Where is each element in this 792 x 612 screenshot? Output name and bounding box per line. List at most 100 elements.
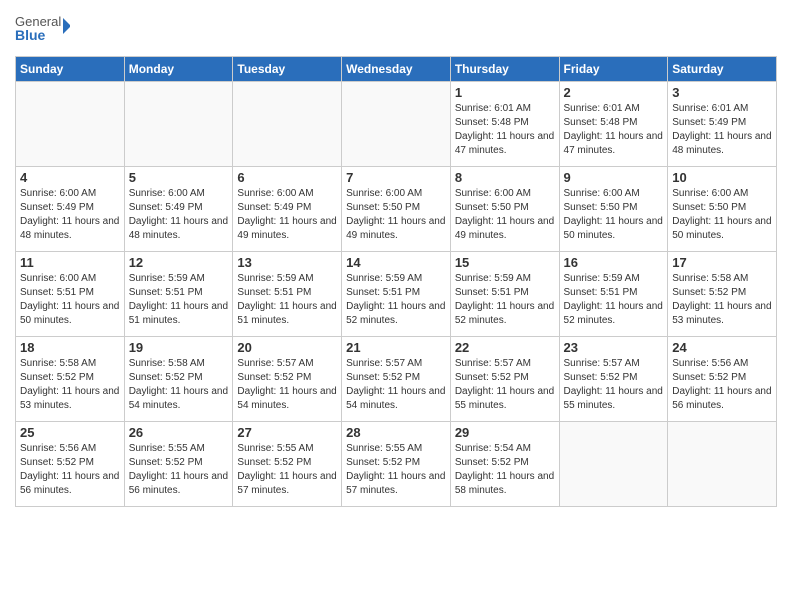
calendar-cell: 16 Sunrise: 5:59 AM Sunset: 5:51 PM Dayli…: [559, 252, 668, 337]
day-info: Sunrise: 5:58 AM Sunset: 5:52 PM Dayligh…: [672, 272, 772, 328]
calendar-cell: 15 Sunrise: 5:59 AM Sunset: 5:51 PM Dayli…: [450, 252, 559, 337]
day-number: 4: [20, 170, 120, 185]
day-info: Sunrise: 5:59 AM Sunset: 5:51 PM Dayligh…: [346, 272, 446, 328]
logo-svg: General Blue: [15, 10, 70, 50]
calendar-cell: 7 Sunrise: 6:00 AM Sunset: 5:50 PM Daylig…: [342, 167, 451, 252]
day-info: Sunrise: 6:00 AM Sunset: 5:49 PM Dayligh…: [129, 187, 229, 243]
day-info: Sunrise: 6:01 AM Sunset: 5:49 PM Dayligh…: [672, 102, 772, 158]
day-info: Sunrise: 5:58 AM Sunset: 5:52 PM Dayligh…: [20, 357, 120, 413]
day-number: 8: [455, 170, 555, 185]
day-info: Sunrise: 5:58 AM Sunset: 5:52 PM Dayligh…: [129, 357, 229, 413]
day-number: 16: [564, 255, 664, 270]
week-row-2: 4 Sunrise: 6:00 AM Sunset: 5:49 PM Daylig…: [16, 167, 777, 252]
day-number: 9: [564, 170, 664, 185]
calendar-cell: [124, 82, 233, 167]
day-number: 19: [129, 340, 229, 355]
calendar-cell: 8 Sunrise: 6:00 AM Sunset: 5:50 PM Daylig…: [450, 167, 559, 252]
calendar-cell: [668, 422, 777, 507]
calendar-cell: [16, 82, 125, 167]
day-info: Sunrise: 5:59 AM Sunset: 5:51 PM Dayligh…: [237, 272, 337, 328]
day-info: Sunrise: 5:59 AM Sunset: 5:51 PM Dayligh…: [129, 272, 229, 328]
day-number: 7: [346, 170, 446, 185]
day-number: 25: [20, 425, 120, 440]
calendar-cell: [342, 82, 451, 167]
day-info: Sunrise: 6:00 AM Sunset: 5:50 PM Dayligh…: [672, 187, 772, 243]
day-info: Sunrise: 6:00 AM Sunset: 5:50 PM Dayligh…: [346, 187, 446, 243]
weekday-header-saturday: Saturday: [668, 57, 777, 82]
day-info: Sunrise: 5:57 AM Sunset: 5:52 PM Dayligh…: [455, 357, 555, 413]
week-row-3: 11 Sunrise: 6:00 AM Sunset: 5:51 PM Dayli…: [16, 252, 777, 337]
weekday-header-monday: Monday: [124, 57, 233, 82]
calendar-cell: 5 Sunrise: 6:00 AM Sunset: 5:49 PM Daylig…: [124, 167, 233, 252]
weekday-header-sunday: Sunday: [16, 57, 125, 82]
calendar-cell: 22Sunrise: 5:57 AM Sunset: 5:52 PM Dayli…: [450, 337, 559, 422]
calendar-cell: 6 Sunrise: 6:00 AM Sunset: 5:49 PM Daylig…: [233, 167, 342, 252]
day-number: 11: [20, 255, 120, 270]
calendar-cell: 24 Sunrise: 5:56 AM Sunset: 5:52 PM Dayli…: [668, 337, 777, 422]
day-info: Sunrise: 6:00 AM Sunset: 5:50 PM Dayligh…: [455, 187, 555, 243]
week-row-1: 1 Sunrise: 6:01 AM Sunset: 5:48 PM Daylig…: [16, 82, 777, 167]
calendar-cell: 10 Sunrise: 6:00 AM Sunset: 5:50 PM Dayli…: [668, 167, 777, 252]
day-number: 24: [672, 340, 772, 355]
day-info: Sunrise: 6:00 AM Sunset: 5:49 PM Dayligh…: [237, 187, 337, 243]
weekday-header-thursday: Thursday: [450, 57, 559, 82]
day-info: Sunrise: 5:59 AM Sunset: 5:51 PM Dayligh…: [455, 272, 555, 328]
day-number: 1: [455, 85, 555, 100]
weekday-header-tuesday: Tuesday: [233, 57, 342, 82]
weekday-header-wednesday: Wednesday: [342, 57, 451, 82]
day-number: 10: [672, 170, 772, 185]
day-info: Sunrise: 6:00 AM Sunset: 5:49 PM Dayligh…: [20, 187, 120, 243]
weekday-header-friday: Friday: [559, 57, 668, 82]
calendar-body: 1 Sunrise: 6:01 AM Sunset: 5:48 PM Daylig…: [16, 82, 777, 507]
day-number: 26: [129, 425, 229, 440]
calendar-cell: 3Sunrise: 6:01 AM Sunset: 5:49 PM Daylig…: [668, 82, 777, 167]
page-header: General Blue: [15, 10, 777, 50]
calendar-cell: 29 Sunrise: 5:54 AM Sunset: 5:52 PM Dayli…: [450, 422, 559, 507]
day-number: 6: [237, 170, 337, 185]
day-number: 17: [672, 255, 772, 270]
day-info: Sunrise: 6:01 AM Sunset: 5:48 PM Dayligh…: [564, 102, 664, 158]
calendar-cell: 4 Sunrise: 6:00 AM Sunset: 5:49 PM Daylig…: [16, 167, 125, 252]
day-number: 28: [346, 425, 446, 440]
calendar-cell: 14Sunrise: 5:59 AM Sunset: 5:51 PM Dayli…: [342, 252, 451, 337]
calendar-cell: 28 Sunrise: 5:55 AM Sunset: 5:52 PM Dayli…: [342, 422, 451, 507]
day-number: 23: [564, 340, 664, 355]
day-number: 13: [237, 255, 337, 270]
day-info: Sunrise: 5:54 AM Sunset: 5:52 PM Dayligh…: [455, 442, 555, 498]
calendar-cell: 17 Sunrise: 5:58 AM Sunset: 5:52 PM Dayli…: [668, 252, 777, 337]
logo: General Blue: [15, 10, 70, 50]
day-info: Sunrise: 5:55 AM Sunset: 5:52 PM Dayligh…: [129, 442, 229, 498]
day-number: 15: [455, 255, 555, 270]
calendar-cell: 26 Sunrise: 5:55 AM Sunset: 5:52 PM Dayli…: [124, 422, 233, 507]
day-number: 2: [564, 85, 664, 100]
calendar-cell: 21Sunrise: 5:57 AM Sunset: 5:52 PM Dayli…: [342, 337, 451, 422]
calendar-cell: 23 Sunrise: 5:57 AM Sunset: 5:52 PM Dayli…: [559, 337, 668, 422]
day-number: 29: [455, 425, 555, 440]
calendar-cell: 19 Sunrise: 5:58 AM Sunset: 5:52 PM Dayli…: [124, 337, 233, 422]
calendar-cell: 20Sunrise: 5:57 AM Sunset: 5:52 PM Dayli…: [233, 337, 342, 422]
calendar-cell: [559, 422, 668, 507]
calendar-cell: 27Sunrise: 5:55 AM Sunset: 5:52 PM Dayli…: [233, 422, 342, 507]
week-row-4: 18 Sunrise: 5:58 AM Sunset: 5:52 PM Dayli…: [16, 337, 777, 422]
day-info: Sunrise: 6:00 AM Sunset: 5:51 PM Dayligh…: [20, 272, 120, 328]
day-info: Sunrise: 5:55 AM Sunset: 5:52 PM Dayligh…: [346, 442, 446, 498]
day-number: 18: [20, 340, 120, 355]
day-info: Sunrise: 5:56 AM Sunset: 5:52 PM Dayligh…: [20, 442, 120, 498]
day-info: Sunrise: 5:59 AM Sunset: 5:51 PM Dayligh…: [564, 272, 664, 328]
calendar-cell: [233, 82, 342, 167]
calendar-cell: 13 Sunrise: 5:59 AM Sunset: 5:51 PM Dayli…: [233, 252, 342, 337]
calendar-cell: 12 Sunrise: 5:59 AM Sunset: 5:51 PM Dayli…: [124, 252, 233, 337]
day-number: 20: [237, 340, 337, 355]
day-number: 5: [129, 170, 229, 185]
weekday-header-row: SundayMondayTuesdayWednesdayThursdayFrid…: [16, 57, 777, 82]
calendar-table: SundayMondayTuesdayWednesdayThursdayFrid…: [15, 56, 777, 507]
day-info: Sunrise: 6:01 AM Sunset: 5:48 PM Dayligh…: [455, 102, 555, 158]
day-info: Sunrise: 5:55 AM Sunset: 5:52 PM Dayligh…: [237, 442, 337, 498]
day-info: Sunrise: 6:00 AM Sunset: 5:50 PM Dayligh…: [564, 187, 664, 243]
day-number: 12: [129, 255, 229, 270]
calendar-cell: 18 Sunrise: 5:58 AM Sunset: 5:52 PM Dayli…: [16, 337, 125, 422]
calendar-cell: 11 Sunrise: 6:00 AM Sunset: 5:51 PM Dayli…: [16, 252, 125, 337]
day-info: Sunrise: 5:56 AM Sunset: 5:52 PM Dayligh…: [672, 357, 772, 413]
calendar-cell: 1 Sunrise: 6:01 AM Sunset: 5:48 PM Daylig…: [450, 82, 559, 167]
day-info: Sunrise: 5:57 AM Sunset: 5:52 PM Dayligh…: [564, 357, 664, 413]
